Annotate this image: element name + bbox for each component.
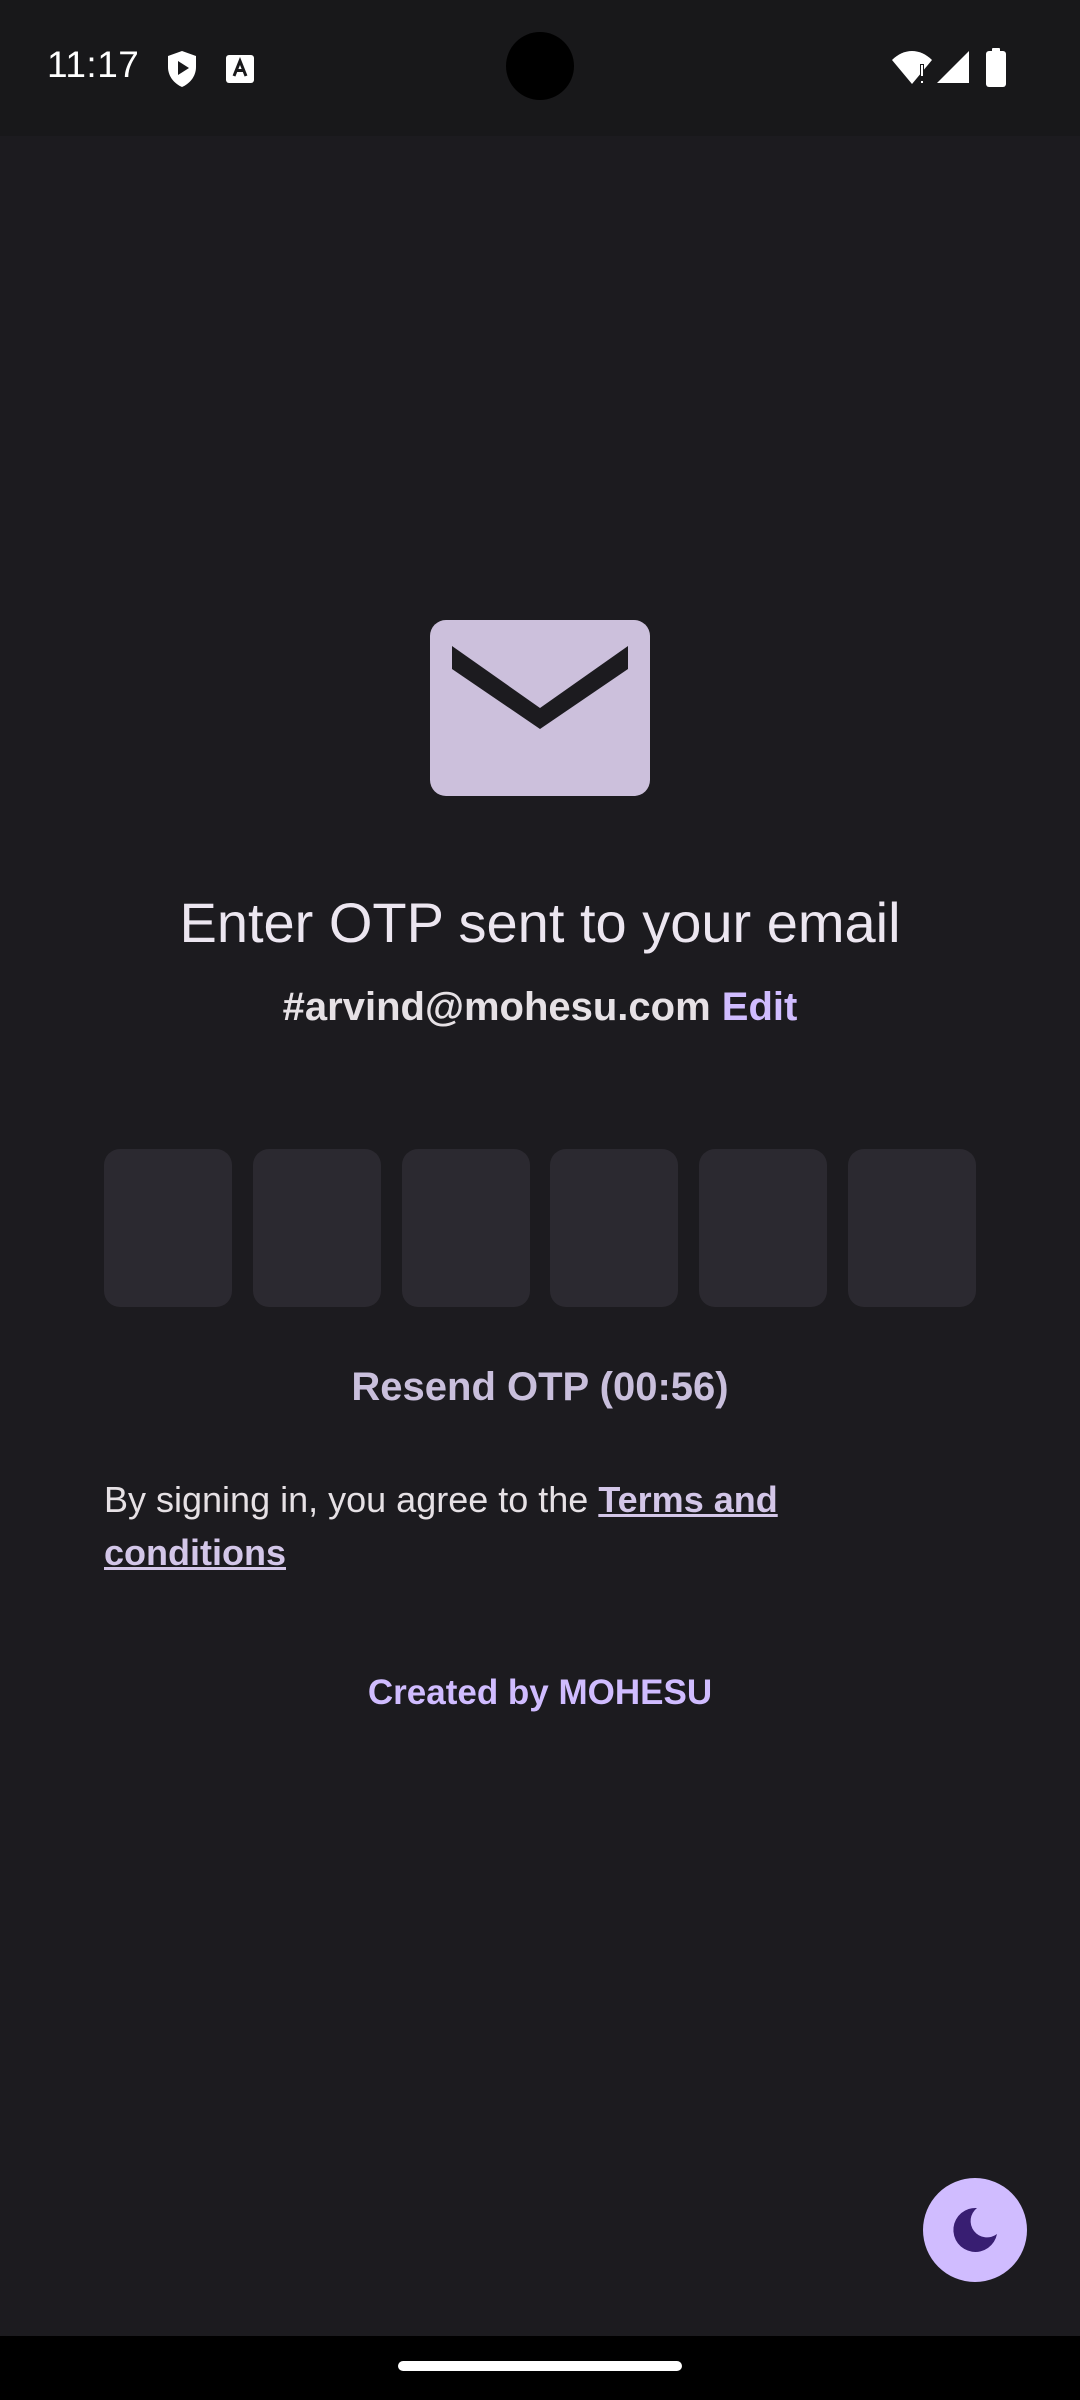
email-row: #arvind@mohesu.com Edit xyxy=(0,985,1080,1030)
otp-digit-3[interactable] xyxy=(401,1149,530,1307)
otp-digit-1[interactable] xyxy=(104,1149,232,1307)
status-bar: 11:17 xyxy=(0,0,1080,136)
battery-icon xyxy=(985,48,1007,93)
otp-digit-4[interactable] xyxy=(550,1149,679,1307)
otp-digit-5[interactable] xyxy=(699,1149,828,1307)
camera-cutout xyxy=(506,32,574,100)
terms-text: By signing in, you agree to the Terms an… xyxy=(104,1473,934,1579)
otp-digit-6[interactable] xyxy=(847,1149,976,1307)
otp-screen: 11:17 Enter OTP sent to your email #arvi… xyxy=(0,0,1080,2400)
text-a-icon xyxy=(225,54,255,89)
page-title: Enter OTP sent to your email xyxy=(179,891,901,954)
mail-icon xyxy=(430,620,650,796)
resend-otp-button[interactable]: Resend OTP (00:56) xyxy=(0,1365,1080,1410)
wifi-alert-icon xyxy=(890,50,934,91)
email-address: #arvind@mohesu.com xyxy=(282,985,711,1029)
moon-icon xyxy=(953,2207,997,2252)
otp-input-row xyxy=(104,1149,976,1307)
edit-email-link[interactable]: Edit xyxy=(722,985,798,1029)
terms-prefix: By signing in, you agree to the xyxy=(104,1479,599,1520)
credit-text: Created by MOHESU xyxy=(367,1673,713,1712)
cell-signal-icon xyxy=(936,50,970,89)
status-time: 11:17 xyxy=(47,44,140,85)
theme-toggle-button[interactable] xyxy=(923,2178,1027,2282)
otp-digit-2[interactable] xyxy=(252,1149,381,1307)
shield-play-icon xyxy=(166,50,198,93)
home-gesture-handle[interactable] xyxy=(398,2361,682,2371)
